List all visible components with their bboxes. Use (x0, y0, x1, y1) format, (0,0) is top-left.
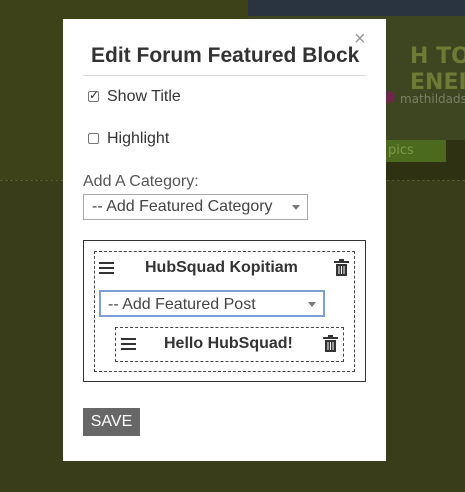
title-divider (83, 75, 366, 76)
drag-handle-icon[interactable] (99, 262, 114, 274)
category-select[interactable]: -- Add Featured Category (83, 194, 308, 220)
show-title-label[interactable]: Show Title (107, 88, 181, 106)
category-block-title: HubSquad Kopitiam (145, 259, 298, 276)
chevron-down-icon (292, 205, 300, 210)
trash-icon[interactable] (323, 335, 338, 352)
drag-handle-icon[interactable] (121, 338, 136, 350)
background-username: mathildads (400, 92, 465, 106)
trash-icon[interactable] (334, 259, 349, 276)
post-select-value: -- Add Featured Post (108, 296, 256, 313)
highlight-label[interactable]: Highlight (107, 130, 169, 148)
modal-title: Edit Forum Featured Block (91, 44, 360, 67)
chevron-down-icon (308, 301, 316, 307)
save-button[interactable]: SAVE (83, 408, 140, 436)
add-category-label: Add A Category: (83, 173, 199, 190)
background-banner-band (248, 0, 465, 16)
post-block-title: Hello HubSquad! (164, 335, 293, 352)
category-select-value: -- Add Featured Category (92, 198, 273, 215)
background-banner-text: H TO ENEI (410, 44, 465, 95)
background-pics-button: pics (380, 140, 446, 162)
post-select[interactable]: -- Add Featured Post (99, 290, 325, 317)
highlight-checkbox[interactable] (88, 133, 99, 144)
show-title-checkbox[interactable] (88, 88, 99, 102)
